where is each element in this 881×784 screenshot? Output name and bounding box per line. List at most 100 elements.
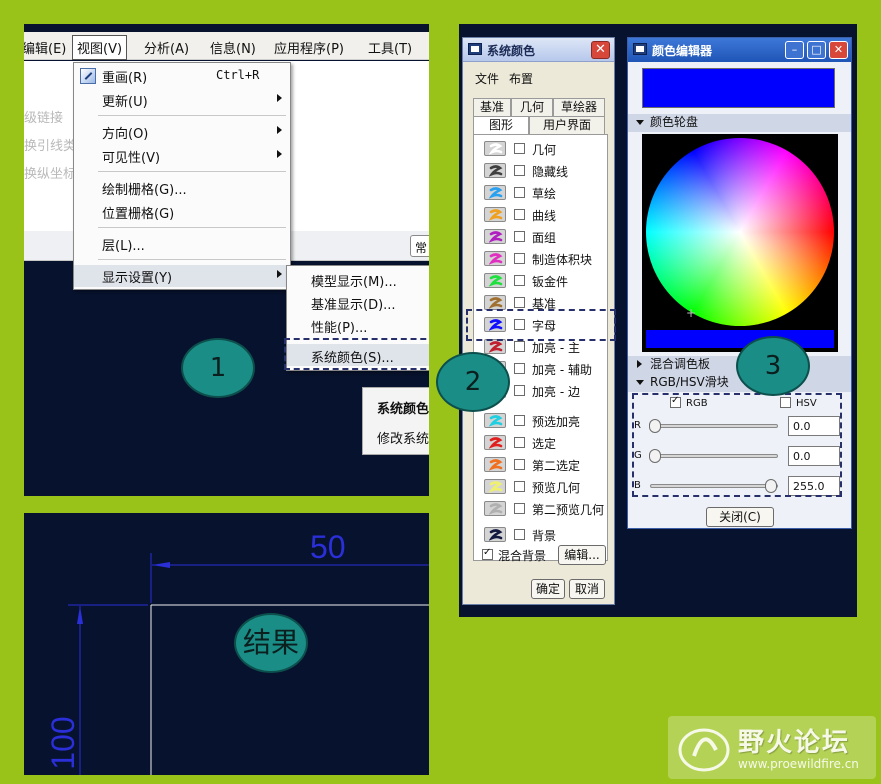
- color-swatch-icon[interactable]: [484, 435, 506, 450]
- edit-button[interactable]: 编辑...: [558, 545, 606, 565]
- menu-item-position-grid[interactable]: 位置栅格(G): [74, 201, 290, 223]
- ok-button[interactable]: 确定: [531, 579, 565, 599]
- tab-graphics[interactable]: 图形: [473, 116, 529, 134]
- color-wheel[interactable]: [646, 138, 834, 326]
- color-swatch-icon[interactable]: [484, 251, 506, 266]
- color-swatch-icon[interactable]: [484, 163, 506, 178]
- menu-item-redraw[interactable]: 重画(R) Ctrl+R: [74, 65, 290, 87]
- color-row[interactable]: 隐藏线: [474, 161, 609, 181]
- color-swatch-icon[interactable]: [484, 479, 506, 494]
- color-row[interactable]: 面组: [474, 227, 609, 247]
- color-checkbox[interactable]: [514, 529, 525, 540]
- crosshair-icon: +: [686, 306, 697, 320]
- dimension-value-top: 50: [310, 529, 346, 565]
- menu-item-label: 位置栅格(G): [102, 207, 175, 222]
- color-swatch-icon[interactable]: [484, 413, 506, 428]
- color-row[interactable]: 预览几何: [474, 477, 609, 497]
- color-row[interactable]: 几何: [474, 139, 609, 159]
- menu-info[interactable]: 信息(N): [210, 38, 256, 57]
- color-swatch-icon[interactable]: [484, 457, 506, 472]
- color-label: 预览几何: [532, 481, 581, 495]
- submenu-arrow-icon: [277, 126, 282, 134]
- menu-file[interactable]: 文件: [475, 70, 499, 87]
- menu-analysis[interactable]: 分析(A): [144, 38, 189, 57]
- result-drawing: 50 100: [45, 529, 429, 775]
- color-checkbox[interactable]: [514, 231, 525, 242]
- color-swatch-icon[interactable]: [484, 501, 506, 516]
- color-swatch-icon[interactable]: [484, 141, 506, 156]
- color-swatch-icon[interactable]: [484, 273, 506, 288]
- maximize-icon[interactable]: □: [807, 41, 826, 59]
- color-label: 选定: [532, 437, 557, 451]
- color-checkbox[interactable]: [514, 415, 525, 426]
- color-row[interactable]: 选定: [474, 433, 609, 453]
- color-swatch-icon[interactable]: [484, 295, 506, 310]
- close-icon[interactable]: ✕: [829, 41, 848, 59]
- color-checkbox[interactable]: [514, 363, 525, 374]
- menu-item-label: 更新(U): [102, 95, 148, 110]
- menu-edit[interactable]: 编辑(E): [24, 38, 66, 57]
- color-checkbox[interactable]: [514, 275, 525, 286]
- tab-user-interface[interactable]: 用户界面: [529, 116, 605, 134]
- tab-datum[interactable]: 基准: [473, 98, 511, 116]
- color-checkbox[interactable]: [514, 209, 525, 220]
- watermark: 野火论坛 www.proewildfire.cn: [668, 716, 876, 779]
- submenu-model-display[interactable]: 模型显示(M)...: [287, 268, 429, 290]
- close-icon[interactable]: ✕: [591, 41, 610, 59]
- dimension-value-left: 100: [45, 716, 81, 769]
- color-row[interactable]: 第二选定: [474, 455, 609, 475]
- color-label: 背景: [532, 529, 557, 543]
- color-swatch-icon[interactable]: [484, 185, 506, 200]
- tooltip-description: 修改系统颜: [377, 432, 429, 447]
- brightness-bar[interactable]: [646, 330, 834, 348]
- tab-geometry[interactable]: 几何: [511, 98, 553, 116]
- color-checkbox[interactable]: [514, 187, 525, 198]
- color-row[interactable]: 草绘: [474, 183, 609, 203]
- page: { "panel1": { "menubar": ["编辑(E)", "视图(V…: [0, 0, 881, 784]
- color-row[interactable]: 钣金件: [474, 271, 609, 291]
- minimize-icon[interactable]: –: [785, 41, 804, 59]
- color-swatch-icon[interactable]: [484, 229, 506, 244]
- cancel-button[interactable]: 取消: [569, 579, 605, 599]
- submenu-performance[interactable]: 性能(P)...: [287, 314, 429, 336]
- color-row[interactable]: 曲线: [474, 205, 609, 225]
- menu-item-sketch-grid[interactable]: 绘制栅格(G)...: [74, 177, 290, 199]
- ghost-text-3: 换纵坐标: [24, 167, 77, 182]
- section-color-wheel[interactable]: 颜色轮盘: [628, 114, 851, 132]
- color-checkbox[interactable]: [514, 503, 525, 514]
- color-checkbox[interactable]: [514, 297, 525, 308]
- menu-separator: [98, 115, 286, 116]
- color-checkbox[interactable]: [514, 253, 525, 264]
- color-row[interactable]: 制造体积块: [474, 249, 609, 269]
- color-checkbox[interactable]: [514, 437, 525, 448]
- tooltip: 系统颜色 修改系统颜: [362, 387, 429, 455]
- menu-item-update[interactable]: 更新(U): [74, 89, 290, 111]
- menu-item-visibility[interactable]: 可见性(V): [74, 145, 290, 167]
- common-button[interactable]: 常: [410, 235, 429, 257]
- color-row[interactable]: 第二预览几何: [474, 499, 609, 519]
- color-checkbox[interactable]: [514, 459, 525, 470]
- menu-item-orientation[interactable]: 方向(O): [74, 121, 290, 143]
- menu-view[interactable]: 视图(V): [72, 35, 128, 60]
- color-checkbox[interactable]: [514, 385, 525, 396]
- color-checkbox[interactable]: [514, 481, 525, 492]
- color-row[interactable]: 预选加亮: [474, 411, 609, 431]
- color-swatch-icon[interactable]: [484, 339, 506, 354]
- tab-sketcher[interactable]: 草绘器: [553, 98, 605, 116]
- color-checkbox[interactable]: [514, 165, 525, 176]
- submenu-datum-display[interactable]: 基准显示(D)...: [287, 291, 429, 313]
- menu-layout[interactable]: 布置: [509, 70, 533, 87]
- menu-tools[interactable]: 工具(T): [368, 38, 412, 57]
- menu-item-layers[interactable]: 层(L)...: [74, 233, 290, 255]
- blend-background-checkbox[interactable]: [482, 547, 493, 560]
- menu-item-display-settings[interactable]: 显示设置(Y): [74, 265, 290, 287]
- color-checkbox[interactable]: [514, 143, 525, 154]
- close-button[interactable]: 关闭(C): [706, 507, 774, 527]
- color-swatch-icon[interactable]: [484, 207, 506, 222]
- menu-applications[interactable]: 应用程序(P): [274, 38, 344, 57]
- color-checkbox[interactable]: [514, 341, 525, 352]
- color-row[interactable]: 背景: [474, 525, 609, 545]
- color-label: 混合背景: [498, 549, 547, 563]
- color-swatch-icon[interactable]: [484, 527, 506, 542]
- color-wheel-area: +: [642, 134, 838, 352]
